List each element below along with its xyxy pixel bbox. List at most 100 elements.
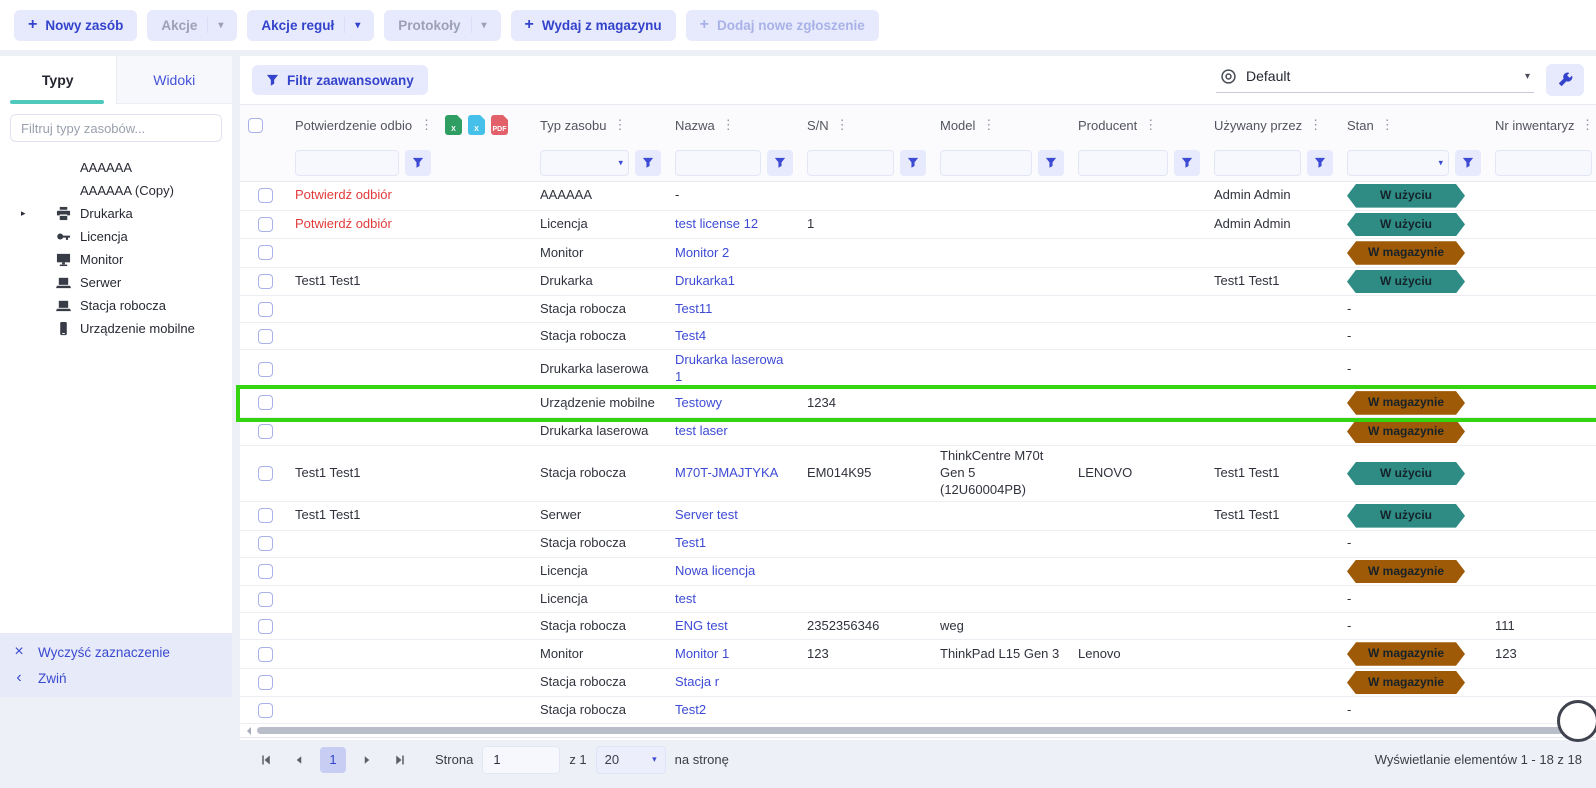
asset-name-link[interactable]: M70T-JMAJTYKA [675, 465, 778, 480]
column-header-label[interactable]: Producent [1078, 118, 1137, 133]
row-checkbox[interactable] [258, 245, 273, 260]
sidebar-item-aaaaaa[interactable]: AAAAAA [0, 156, 232, 179]
asset-name-link[interactable]: Monitor 1 [675, 646, 729, 661]
page-size-select[interactable]: 20 ▾ [596, 746, 666, 774]
filter-input[interactable] [1214, 150, 1301, 176]
row-checkbox[interactable] [258, 564, 273, 579]
prev-page-button[interactable] [287, 748, 311, 772]
tab-widoki[interactable]: Widoki [116, 56, 233, 104]
asset-name-link[interactable]: Drukarka1 [675, 273, 735, 288]
row-checkbox[interactable] [258, 302, 273, 317]
filter-input[interactable] [1347, 150, 1449, 176]
row-checkbox[interactable] [258, 395, 273, 410]
asset-name-link[interactable]: test license 12 [675, 216, 758, 231]
column-header-label[interactable]: Stan [1347, 118, 1374, 133]
asset-name-link[interactable]: Monitor 2 [675, 245, 729, 260]
horizontal-scrollbar[interactable] [240, 724, 1596, 737]
column-menu-icon[interactable]: ⋮ [720, 117, 737, 133]
sidebar-item-licencja[interactable]: Licencja [0, 225, 232, 248]
column-header-label[interactable]: Nazwa [675, 118, 715, 133]
export-csv-icon[interactable]: X [468, 115, 485, 135]
asset-name-link[interactable]: Test11 [675, 301, 712, 316]
row-checkbox[interactable] [258, 536, 273, 551]
filter-funnel-button[interactable] [1455, 150, 1481, 176]
column-menu-icon[interactable]: ⋮ [418, 117, 435, 133]
filter-combo[interactable]: ▾ [1347, 150, 1449, 176]
filter-input[interactable] [540, 150, 629, 176]
column-header-label[interactable]: Potwierdzenie odbioru [295, 118, 413, 133]
tab-typy[interactable]: Typy [0, 56, 116, 104]
floating-action-button[interactable] [1557, 700, 1596, 742]
column-header-label[interactable]: S/N [807, 118, 829, 133]
sidebar-item-aaaaaa-copy[interactable]: AAAAAA (Copy) [0, 179, 232, 202]
row-checkbox[interactable] [258, 329, 273, 344]
sidebar-item-urzadzenie-mobilne[interactable]: Urządzenie mobilne [0, 317, 232, 340]
scroll-left-arrow-icon[interactable] [243, 727, 251, 735]
asset-name-link[interactable]: Testowy [675, 395, 722, 410]
row-checkbox[interactable] [258, 424, 273, 439]
column-header-label[interactable]: Nr inwentaryzacyj... [1495, 118, 1574, 133]
next-page-button[interactable] [355, 748, 379, 772]
asset-name-link[interactable]: Drukarka laserowa 1 [675, 352, 783, 384]
select-all-checkbox[interactable] [248, 118, 263, 133]
row-checkbox[interactable] [258, 703, 273, 718]
asset-name-link[interactable]: test laser [675, 423, 728, 438]
add-new-ticket-button[interactable]: +Dodaj nowe zgłoszenie [686, 10, 879, 41]
column-menu-icon[interactable]: ⋮ [1579, 117, 1596, 133]
row-checkbox[interactable] [258, 675, 273, 690]
row-checkbox[interactable] [258, 592, 273, 607]
asset-name-link[interactable]: ENG test [675, 618, 728, 633]
sidebar-item-serwer[interactable]: Serwer [0, 271, 232, 294]
column-menu-icon[interactable]: ⋮ [980, 117, 997, 133]
confirm-receipt-link[interactable]: Potwierdź odbiór [295, 216, 392, 231]
first-page-button[interactable] [254, 748, 278, 772]
column-header-label[interactable]: Używany przez [1214, 118, 1302, 133]
column-menu-icon[interactable]: ⋮ [834, 117, 851, 133]
advanced-filter-button[interactable]: Filtr zaawansowany [252, 65, 428, 95]
current-page-button[interactable]: 1 [320, 747, 346, 773]
issue-from-warehouse-button[interactable]: +Wydaj z magazynu [511, 10, 676, 41]
row-checkbox[interactable] [258, 274, 273, 289]
sidebar-item-drukarka[interactable]: ▸Drukarka [0, 202, 232, 225]
row-checkbox[interactable] [258, 188, 273, 203]
column-menu-icon[interactable]: ⋮ [1142, 117, 1159, 133]
column-header-label[interactable]: Typ zasobu [540, 118, 607, 133]
filter-funnel-button[interactable] [1307, 150, 1333, 176]
filter-input[interactable] [1495, 150, 1592, 176]
filter-input[interactable] [295, 150, 399, 176]
column-menu-icon[interactable]: ⋮ [1379, 117, 1396, 133]
filter-funnel-button[interactable] [405, 150, 431, 176]
filter-input[interactable] [1078, 150, 1168, 176]
column-menu-icon[interactable]: ⋮ [612, 117, 629, 133]
filter-combo[interactable]: ▾ [540, 150, 629, 176]
actions-button[interactable]: Akcje▾ [147, 10, 237, 41]
view-selector[interactable]: Default ▾ [1216, 68, 1534, 93]
protocols-button[interactable]: Protokoły▾ [384, 10, 500, 41]
page-input[interactable] [482, 746, 560, 774]
filter-funnel-button[interactable] [1174, 150, 1200, 176]
asset-name-link[interactable]: Stacja r [675, 674, 719, 689]
new-asset-button[interactable]: +Nowy zasób [14, 10, 137, 41]
filter-input[interactable] [675, 150, 761, 176]
column-header-label[interactable]: Model [940, 118, 975, 133]
clear-selection-button[interactable]: × Wyczyść zaznaczenie [0, 639, 232, 665]
sidebar-item-stacja-robocza[interactable]: Stacja robocza [0, 294, 232, 317]
grid-settings-button[interactable] [1546, 64, 1584, 96]
export-xlsx-icon[interactable]: X [445, 115, 462, 135]
column-menu-icon[interactable]: ⋮ [1307, 117, 1324, 133]
asset-name-link[interactable]: Test1 [675, 535, 706, 550]
filter-funnel-button[interactable] [635, 150, 661, 176]
type-filter-input[interactable] [10, 114, 222, 142]
row-checkbox[interactable] [258, 619, 273, 634]
sidebar-item-monitor[interactable]: Monitor [0, 248, 232, 271]
last-page-button[interactable] [388, 748, 412, 772]
row-checkbox[interactable] [258, 217, 273, 232]
export-pdf-icon[interactable]: PDF [491, 115, 508, 135]
row-checkbox[interactable] [258, 647, 273, 662]
asset-name-link[interactable]: test [675, 591, 696, 606]
filter-input[interactable] [940, 150, 1032, 176]
asset-name-link[interactable]: Test2 [675, 702, 706, 717]
scrollbar-thumb[interactable] [257, 727, 1589, 734]
asset-name-link[interactable]: Server test [675, 507, 738, 522]
expand-arrow-icon[interactable]: ▸ [21, 208, 26, 219]
